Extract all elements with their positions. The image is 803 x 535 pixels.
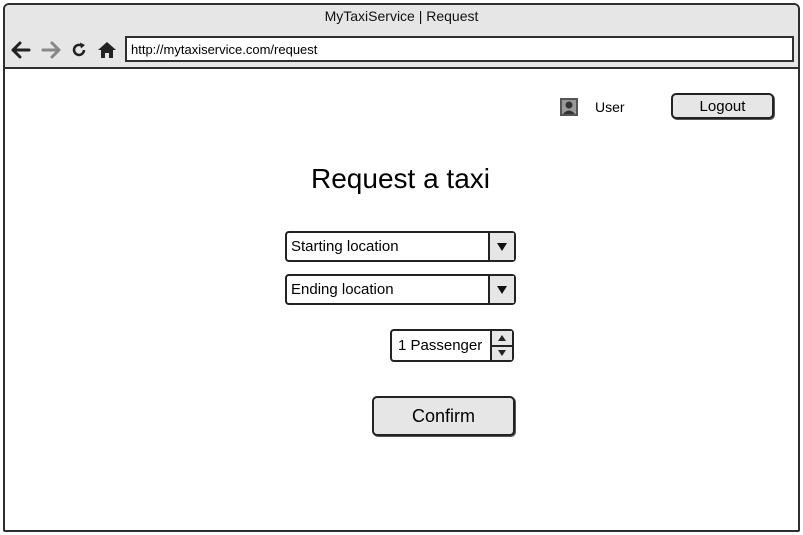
page-title: Request a taxi <box>311 163 490 194</box>
logout-button[interactable]: Logout <box>671 93 774 119</box>
window-title: MyTaxiService | Request <box>324 8 479 24</box>
stepper-down-icon[interactable] <box>492 344 512 360</box>
starting-location-value: Starting location <box>291 238 399 255</box>
address-bar[interactable] <box>125 36 794 62</box>
back-arrow-icon[interactable] <box>9 38 33 62</box>
home-icon[interactable] <box>95 38 119 62</box>
confirm-button[interactable]: Confirm <box>372 396 515 436</box>
ending-location-value: Ending location <box>291 281 394 298</box>
browser-chrome: MyTaxiService | Request <box>5 5 798 69</box>
reload-icon[interactable] <box>67 38 91 62</box>
user-avatar <box>560 95 578 119</box>
chevron-down-icon[interactable] <box>488 233 514 260</box>
passenger-count: 1 Passenger <box>398 337 483 354</box>
user-icon <box>560 98 578 116</box>
browser-window: MyTaxiService | Request User Logout Requ… <box>3 3 800 532</box>
chevron-down-icon[interactable] <box>488 276 514 303</box>
user-name: User <box>595 99 625 115</box>
stepper-up-icon[interactable] <box>492 331 512 345</box>
forward-arrow-icon[interactable] <box>39 38 63 62</box>
stepper-controls <box>490 331 512 360</box>
passenger-stepper[interactable]: 1 Passenger <box>390 329 514 362</box>
ending-location-select[interactable]: Ending location <box>285 274 516 305</box>
starting-location-select[interactable]: Starting location <box>285 231 516 262</box>
